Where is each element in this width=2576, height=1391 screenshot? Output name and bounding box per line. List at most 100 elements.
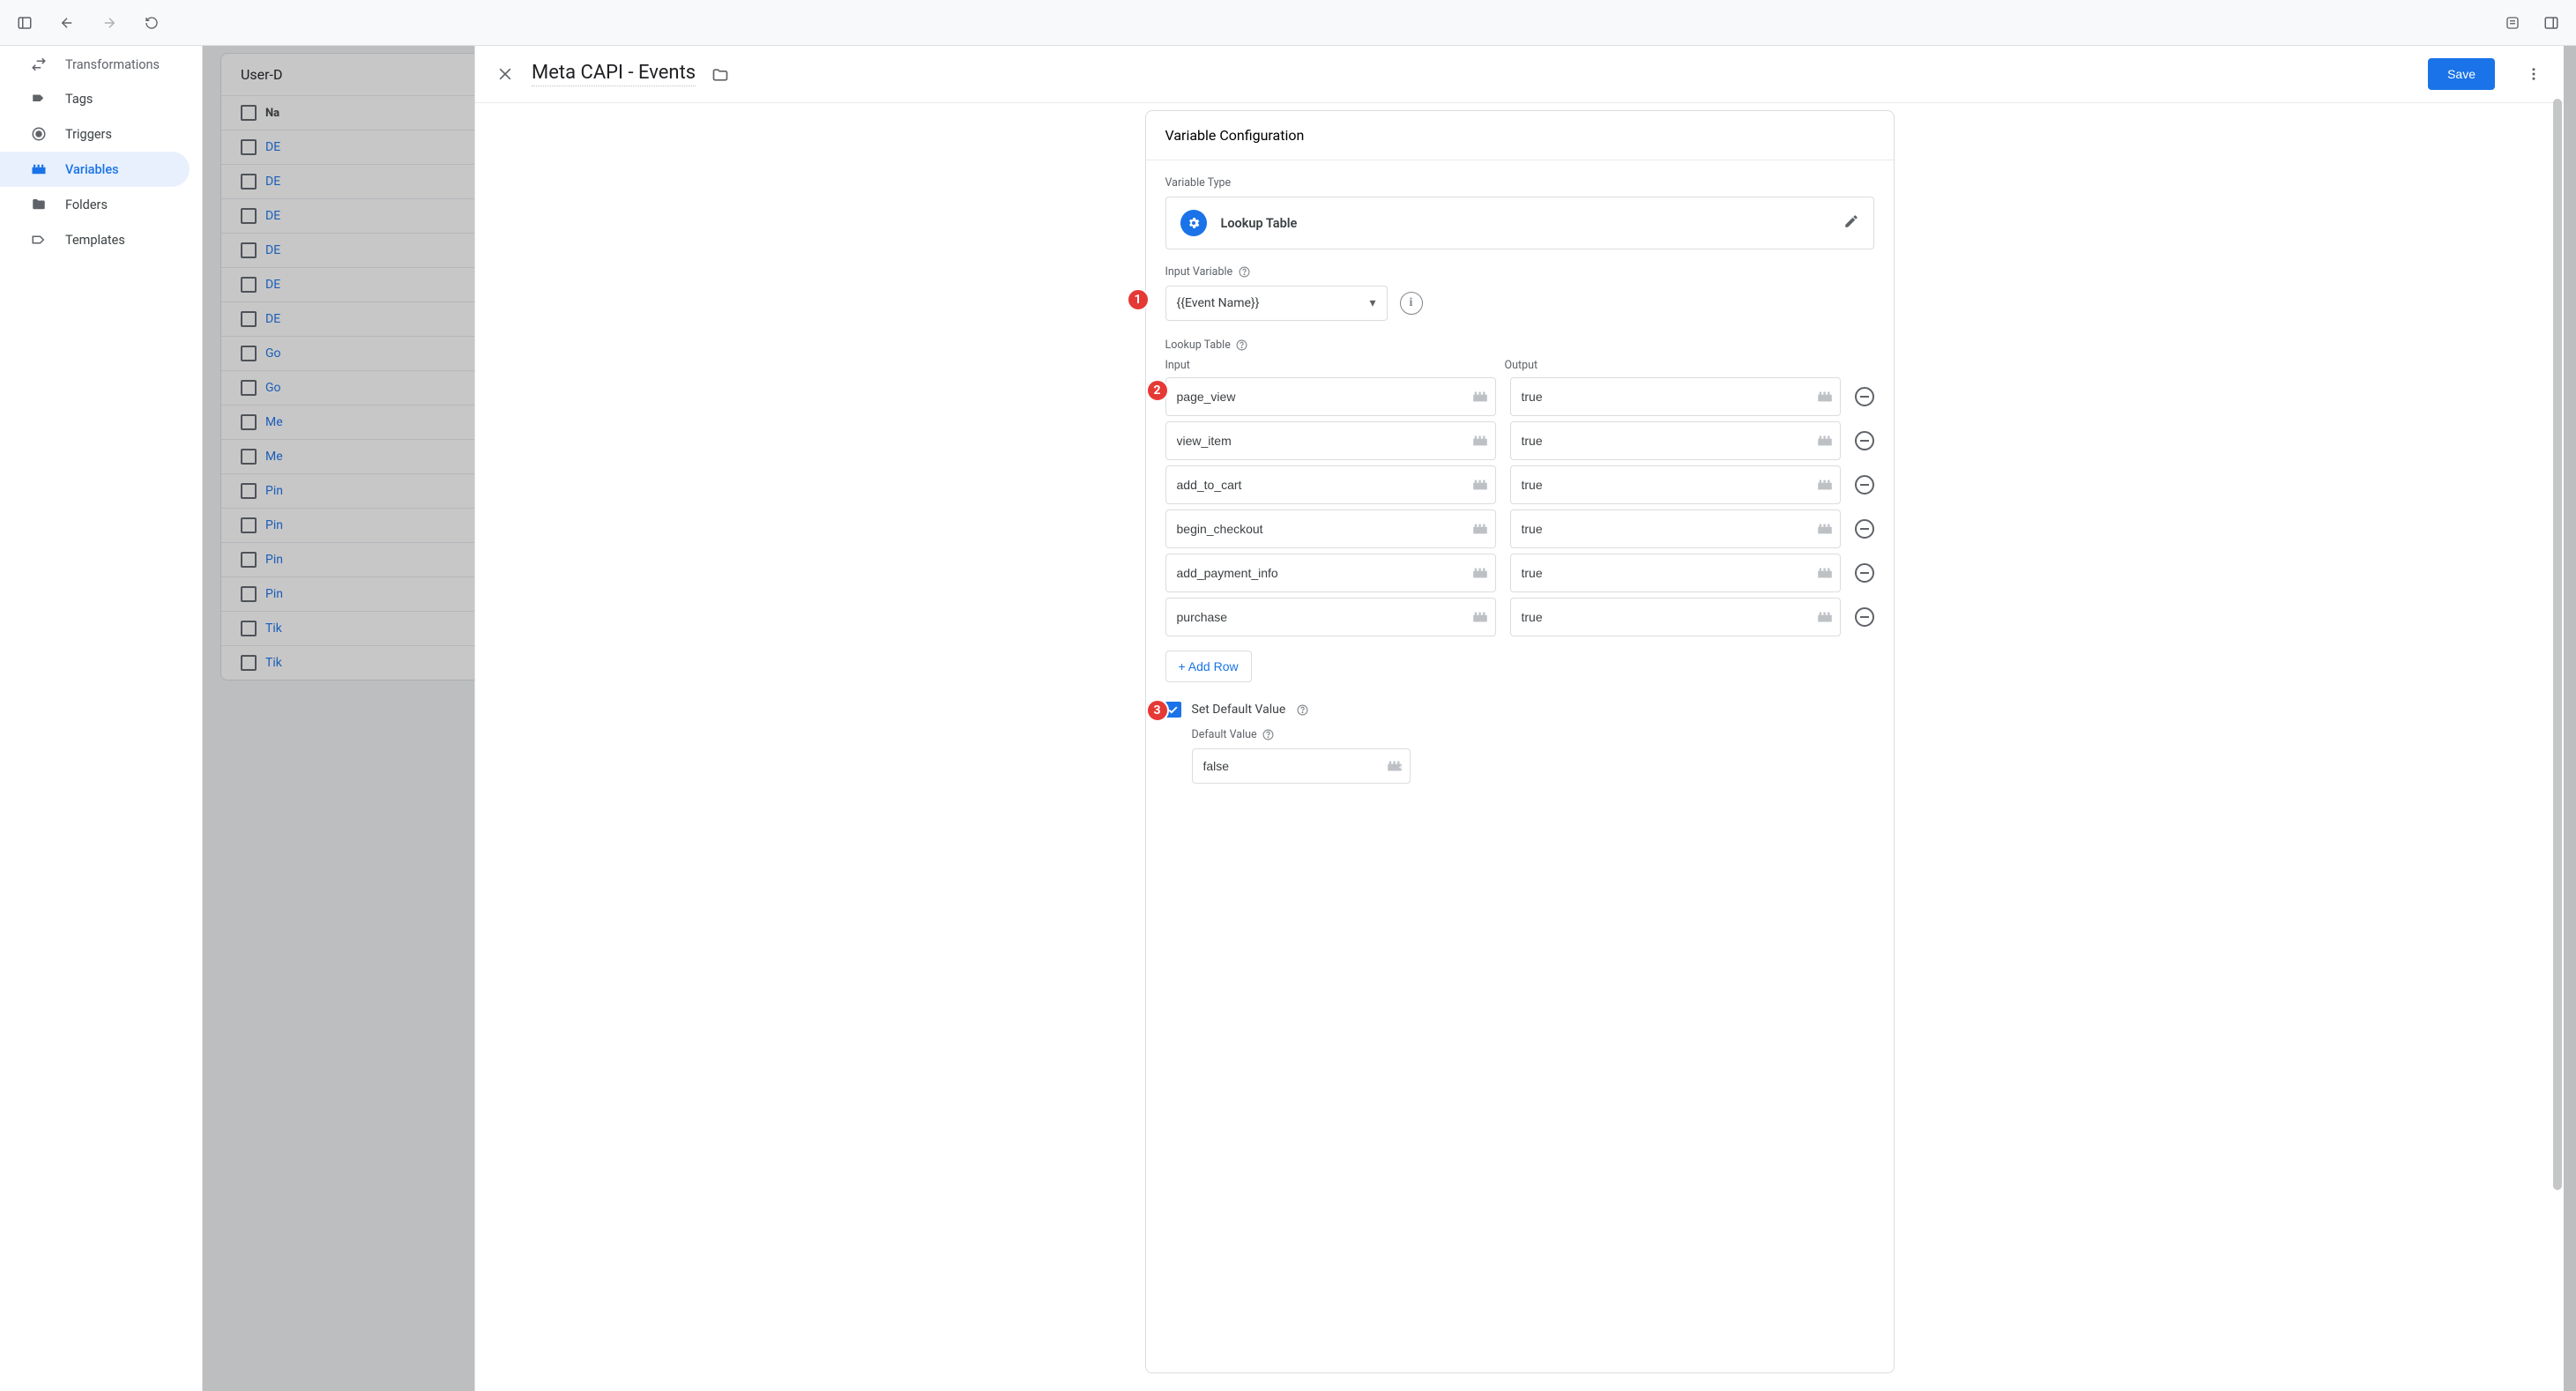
variable-config-card: Variable Configuration Variable Type Loo…	[1145, 110, 1895, 1373]
variable-picker-icon[interactable]: +	[1380, 749, 1410, 783]
sidebar-toggle-icon[interactable]	[16, 14, 34, 32]
variable-type-row[interactable]: Lookup Table	[1165, 197, 1874, 249]
lookup-row	[1165, 554, 1874, 592]
input-variable-label: Input Variable	[1165, 265, 1874, 279]
lookup-input-field[interactable]	[1166, 510, 1465, 547]
output-column-header: Output	[1505, 359, 1830, 372]
remove-row-button[interactable]	[1855, 607, 1874, 627]
scrollbar-thumb[interactable]	[2553, 99, 2562, 1190]
sidebar-item-label: Transformations	[65, 57, 160, 72]
variable-picker-icon[interactable]	[1465, 554, 1495, 591]
folder-icon[interactable]	[711, 64, 729, 84]
sidebar-item-label: Triggers	[65, 127, 112, 142]
main-content: User-D Na DEDEDEDEDEDEGoGoMeMePinPinPinP…	[203, 46, 2576, 1391]
variable-picker-icon[interactable]	[1810, 599, 1840, 636]
lookup-input-wrap	[1165, 554, 1496, 592]
lookup-input-field[interactable]	[1166, 466, 1465, 503]
annotation-badge-1: 1	[1127, 288, 1150, 311]
variable-type-label: Variable Type	[1165, 176, 1874, 190]
remove-row-button[interactable]	[1855, 563, 1874, 583]
sidebar-item-folders[interactable]: Folders	[0, 187, 190, 222]
lookup-input-field[interactable]	[1166, 378, 1465, 415]
panel-title[interactable]: Meta CAPI - Events	[532, 62, 696, 86]
close-icon[interactable]	[495, 63, 516, 85]
default-value-input[interactable]	[1193, 759, 1380, 773]
help-icon[interactable]	[1296, 703, 1308, 716]
remove-row-button[interactable]	[1855, 475, 1874, 495]
lookup-output-wrap	[1510, 554, 1841, 592]
lookup-input-field[interactable]	[1166, 554, 1465, 591]
lookup-output-wrap	[1510, 421, 1841, 460]
back-icon[interactable]	[58, 14, 76, 32]
lookup-input-field[interactable]	[1166, 599, 1465, 636]
remove-row-button[interactable]	[1855, 387, 1874, 406]
variable-picker-icon[interactable]	[1810, 466, 1840, 503]
help-icon[interactable]	[1238, 266, 1250, 279]
sidebar-item-label: Tags	[65, 92, 93, 107]
sidebar-item-variables[interactable]: Variables	[0, 152, 190, 187]
config-card-title: Variable Configuration	[1146, 111, 1894, 160]
input-column-header: Input	[1165, 359, 1491, 372]
lookup-row	[1165, 598, 1874, 636]
annotation-badge-2: 2	[1146, 379, 1169, 402]
sidebar-item-triggers[interactable]: Triggers	[0, 116, 190, 152]
lookup-row	[1165, 421, 1874, 460]
browser-chrome-bar	[0, 0, 2576, 46]
lookup-output-field[interactable]	[1511, 378, 1810, 415]
variable-picker-icon[interactable]	[1465, 378, 1495, 415]
lookup-table-label: Lookup Table	[1165, 338, 1874, 352]
variable-picker-icon[interactable]	[1465, 510, 1495, 547]
annotation-badge-3: 3	[1146, 699, 1169, 722]
variable-picker-icon[interactable]	[1810, 378, 1840, 415]
add-row-button[interactable]: + Add Row	[1165, 651, 1252, 682]
variables-icon	[30, 160, 48, 178]
forward-icon	[101, 14, 118, 32]
sidebar-item-tags[interactable]: Tags	[0, 81, 190, 116]
panel-toggle-icon[interactable]	[2542, 14, 2560, 32]
more-menu-icon[interactable]	[2523, 63, 2544, 85]
edit-type-icon[interactable]	[1843, 213, 1859, 233]
lookup-table-type-icon	[1180, 210, 1207, 236]
lookup-output-field[interactable]	[1511, 554, 1810, 591]
remove-row-button[interactable]	[1855, 431, 1874, 450]
chevron-down-icon: ▾	[1369, 296, 1375, 310]
lookup-row	[1165, 377, 1874, 416]
variable-editor-panel: Meta CAPI - Events Save Variable Configu…	[474, 46, 2564, 1391]
lookup-output-field[interactable]	[1511, 599, 1810, 636]
input-variable-select[interactable]: {{Event Name}} ▾	[1165, 286, 1388, 321]
extensions-icon[interactable]	[2504, 14, 2521, 32]
variable-picker-icon[interactable]	[1465, 422, 1495, 459]
lookup-input-wrap	[1165, 510, 1496, 548]
info-icon[interactable]: i	[1400, 292, 1423, 315]
remove-row-button[interactable]	[1855, 519, 1874, 539]
help-icon[interactable]	[1262, 729, 1275, 741]
lookup-output-field[interactable]	[1511, 510, 1810, 547]
lookup-input-wrap	[1165, 465, 1496, 504]
sidebar-item-templates[interactable]: Templates	[0, 222, 190, 257]
variable-picker-icon[interactable]	[1465, 599, 1495, 636]
lookup-input-wrap	[1165, 598, 1496, 636]
lookup-row	[1165, 465, 1874, 504]
lookup-input-wrap	[1165, 421, 1496, 460]
lookup-output-field[interactable]	[1511, 422, 1810, 459]
lookup-row	[1165, 510, 1874, 548]
help-icon[interactable]	[1236, 339, 1248, 352]
reload-icon[interactable]	[143, 14, 160, 32]
tags-icon	[30, 90, 48, 108]
save-button[interactable]: Save	[2428, 58, 2495, 90]
lookup-output-field[interactable]	[1511, 466, 1810, 503]
templates-icon	[30, 231, 48, 249]
sidebar-item-label: Variables	[65, 162, 119, 177]
variable-picker-icon[interactable]	[1465, 466, 1495, 503]
variable-picker-icon[interactable]	[1810, 554, 1840, 591]
variable-picker-icon[interactable]	[1810, 422, 1840, 459]
sidebar-item-label: Folders	[65, 197, 108, 212]
panel-header: Meta CAPI - Events Save	[475, 46, 2564, 103]
lookup-input-field[interactable]	[1166, 422, 1465, 459]
variable-type-name: Lookup Table	[1221, 216, 1298, 231]
sidebar-item-transformations[interactable]: Transformations	[0, 46, 190, 81]
lookup-input-wrap	[1165, 377, 1496, 416]
variable-picker-icon[interactable]	[1810, 510, 1840, 547]
lookup-output-wrap	[1510, 510, 1841, 548]
triggers-icon	[30, 125, 48, 143]
